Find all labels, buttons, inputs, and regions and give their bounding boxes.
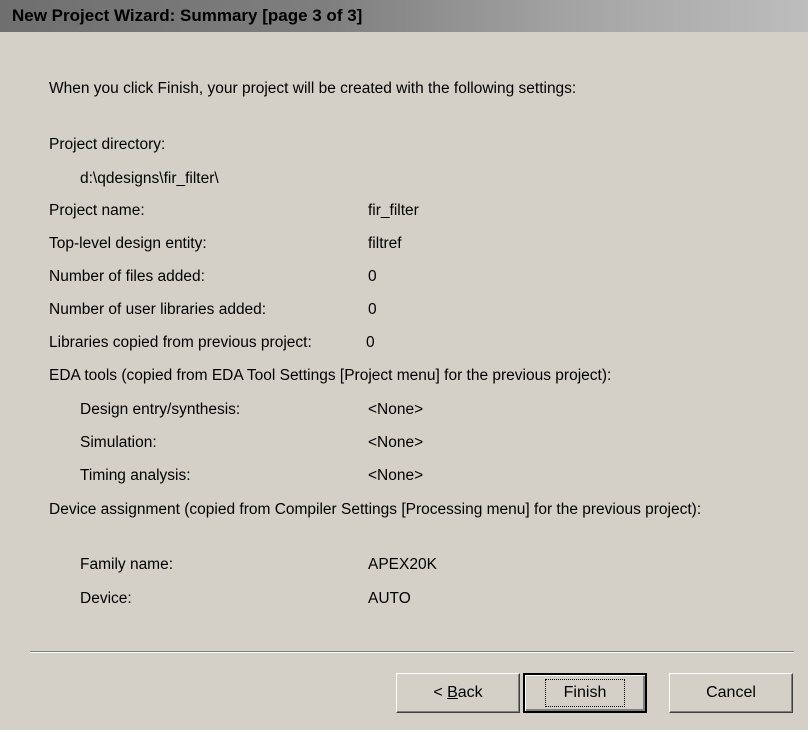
back-button-label: < Back — [433, 684, 483, 701]
files-added-label: Number of files added: — [49, 268, 205, 285]
design-entry-value: <None> — [368, 401, 424, 418]
timing-analysis-label: Timing analysis: — [80, 467, 191, 484]
back-button[interactable]: < Back — [396, 673, 520, 713]
family-name-label: Family name: — [80, 556, 174, 573]
top-level-entity-label: Top-level design entity: — [49, 235, 207, 252]
simulation-label: Simulation: — [80, 434, 157, 451]
timing-analysis-value: <None> — [368, 467, 424, 484]
device-label: Device: — [80, 590, 132, 607]
wizard-window: New Project Wizard: Summary [page 3 of 3… — [0, 0, 810, 732]
project-directory-value: d:\qdesigns\fir_filter\ — [80, 170, 219, 187]
title-bar[interactable]: New Project Wizard: Summary [page 3 of 3… — [0, 0, 808, 32]
cancel-button[interactable]: Cancel — [669, 673, 793, 713]
cancel-button-label: Cancel — [706, 684, 756, 701]
simulation-value: <None> — [368, 434, 424, 451]
intro-text: When you click Finish, your project will… — [49, 80, 577, 97]
finish-button-label: Finish — [544, 679, 626, 707]
device-value: AUTO — [368, 590, 411, 607]
top-level-entity-value: filtref — [368, 235, 402, 252]
libraries-copied-value: 0 — [366, 334, 375, 351]
separator-highlight — [30, 652, 794, 653]
window-title: New Project Wizard: Summary [page 3 of 3… — [12, 6, 363, 25]
project-name-label: Project name: — [49, 202, 145, 219]
files-added-value: 0 — [368, 268, 377, 285]
design-entry-label: Design entry/synthesis: — [80, 401, 241, 418]
family-name-value: APEX20K — [368, 556, 437, 573]
device-assignment-heading: Device assignment (copied from Compiler … — [49, 501, 702, 518]
eda-tools-heading: EDA tools (copied from EDA Tool Settings… — [49, 367, 612, 384]
project-name-value: fir_filter — [368, 202, 419, 219]
finish-button[interactable]: Finish — [523, 673, 647, 713]
project-directory-label: Project directory: — [49, 136, 166, 153]
libraries-copied-label: Libraries copied from previous project: — [49, 334, 312, 351]
user-libraries-value: 0 — [368, 301, 377, 318]
user-libraries-label: Number of user libraries added: — [49, 301, 267, 318]
